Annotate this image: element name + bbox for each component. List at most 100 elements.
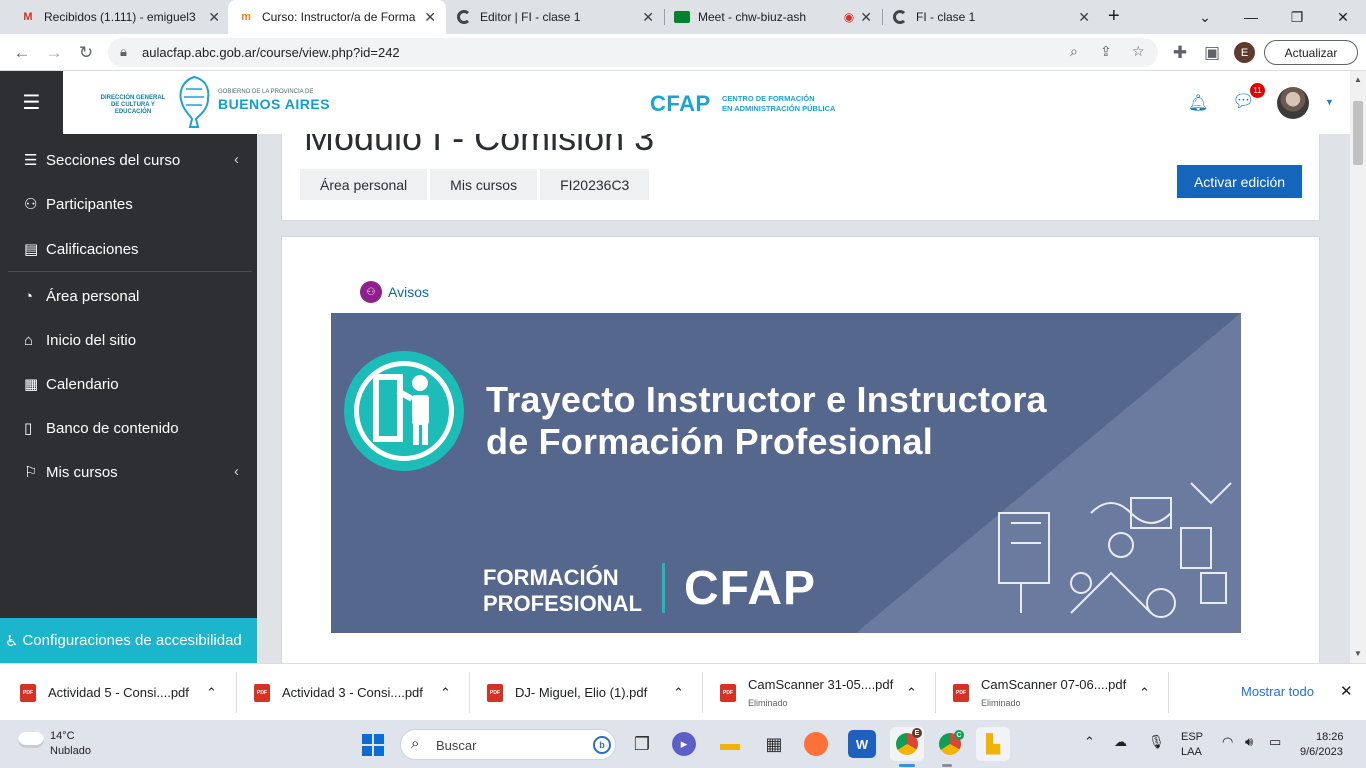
download-item[interactable]: PDF CamScanner 31-05....pdf Eliminado ⌃ (700, 664, 936, 721)
reload-icon[interactable]: ↻ (72, 39, 100, 67)
drawer-item-my-courses[interactable]: ⚐ Mis cursos (24, 460, 249, 484)
chevron-up-icon[interactable]: ⌃ (206, 685, 217, 701)
tab-editor[interactable]: Editor | FI - clase 1 ✕ (446, 0, 664, 34)
chevron-up-icon[interactable]: ⌃ (906, 685, 917, 701)
extensions-icon[interactable]: ✚ (1166, 39, 1194, 67)
scroll-down-icon[interactable]: ▼ (1354, 649, 1362, 658)
chevron-left-icon[interactable]: ‹ (234, 151, 239, 168)
wifi-icon[interactable]: ◠ (1222, 734, 1233, 750)
forward-icon[interactable]: → (40, 39, 68, 67)
turn-editing-on-button[interactable]: Activar edición (1177, 165, 1302, 198)
close-tab-icon[interactable]: ✕ (860, 9, 872, 26)
drawer-toggle[interactable]: ☰ (0, 71, 63, 134)
tab-search-icon[interactable]: ⌄ (1182, 0, 1228, 34)
chevron-up-icon[interactable]: ⌃ (1084, 734, 1095, 750)
breadcrumb-item-my-courses[interactable]: Mis cursos (430, 169, 538, 200)
drawer-item-site-home[interactable]: ⌂ Inicio del sitio (24, 328, 136, 352)
maximize-icon[interactable]: ❐ (1274, 0, 1320, 34)
weather-description[interactable]: Nublado (50, 745, 91, 757)
page-scrollbar[interactable]: ▲ ▼ (1350, 71, 1366, 663)
update-button[interactable]: Actualizar (1264, 40, 1358, 65)
microsoft-store-icon[interactable]: ▦ (760, 730, 788, 758)
breadcrumb-item-course[interactable]: FI20236C3 (540, 169, 650, 200)
breadcrumb-item-dashboard[interactable]: Área personal (300, 169, 428, 200)
profile-avatar[interactable]: E (1234, 42, 1255, 63)
announcements-link[interactable]: ⚇ Avisos (360, 281, 429, 303)
download-status: Eliminado (981, 698, 1021, 708)
drawer-item-content-bank[interactable]: ▯ Banco de contenido (24, 416, 179, 440)
download-item[interactable]: PDF CamScanner 07-06....pdf Eliminado ⌃ (933, 664, 1169, 721)
taskbar-search[interactable]: ⌕ Buscar b (400, 729, 616, 760)
task-view-icon[interactable]: ❐ (628, 730, 656, 758)
calendar-icon: ▦ (24, 376, 39, 393)
close-tab-icon[interactable]: ✕ (208, 9, 220, 26)
close-window-icon[interactable]: ✕ (1320, 0, 1366, 34)
drawer-divider (8, 271, 252, 272)
banner-title-line2: de Formación Profesional (486, 421, 933, 462)
download-item[interactable]: PDF Actividad 3 - Consi....pdf ⌃ (234, 664, 470, 721)
firefox-icon[interactable] (804, 732, 828, 756)
tree-logo-icon (179, 75, 210, 128)
keyboard-language[interactable]: ESP (1181, 731, 1203, 743)
chevron-up-icon[interactable]: ⌃ (440, 685, 451, 701)
onedrive-icon[interactable]: ☁︎ (1114, 734, 1127, 750)
lock-icon[interactable]: 🔒︎ (120, 44, 127, 60)
tab-meet[interactable]: Meet - chw-biuz-ash ◉ ✕ (664, 0, 882, 34)
bing-icon[interactable]: b (593, 736, 611, 754)
battery-icon[interactable]: ▭ (1269, 734, 1281, 750)
chevron-left-icon[interactable]: ‹ (234, 463, 239, 480)
caret-down-icon[interactable]: ▼ (1325, 97, 1334, 107)
tab-fi-clase[interactable]: FI - clase 1 ✕ (882, 0, 1100, 34)
download-item[interactable]: PDF Actividad 5 - Consi....pdf ⌃ (0, 664, 236, 721)
tab-course[interactable]: m Curso: Instructor/a de Forma ✕ (228, 0, 446, 34)
file-manager-icon[interactable]: ▙ (976, 727, 1010, 761)
show-all-downloads-link[interactable]: Mostrar todo (1241, 684, 1314, 699)
banner-fp-line2: PROFESIONAL (483, 591, 642, 616)
drawer-item-dashboard[interactable]: ◔ Área personal (24, 284, 139, 308)
zoom-search-icon[interactable]: ⌕ (1070, 43, 1078, 60)
volume-icon[interactable]: 🔊︎ (1245, 734, 1253, 750)
close-tab-icon[interactable]: ✕ (642, 9, 654, 26)
tab-gmail[interactable]: M Recibidos (1.111) - emiguel3 ✕ (10, 0, 230, 34)
bookmark-star-icon[interactable]: ☆ (1132, 43, 1145, 60)
weather-temperature[interactable]: 14°C (50, 730, 75, 742)
close-icon[interactable]: ✕ (1340, 682, 1353, 700)
chrome-profile-c-icon[interactable]: C (936, 730, 964, 758)
microphone-icon[interactable]: 🎙︎ (1148, 734, 1165, 750)
new-tab-button[interactable]: + (1108, 5, 1120, 28)
drawer-item-participants[interactable]: ⚇ Participantes (24, 192, 133, 216)
cfap-logo[interactable]: CFAP (650, 91, 711, 117)
back-icon[interactable]: ← (8, 39, 36, 67)
drawer-item-course-sections[interactable]: ☰ Secciones del curso (24, 148, 249, 172)
keyboard-layout[interactable]: LAA (1181, 746, 1202, 758)
user-avatar[interactable] (1277, 87, 1309, 119)
clock-date[interactable]: 9/6/2023 (1300, 746, 1343, 758)
scroll-up-icon[interactable]: ▲ (1354, 75, 1362, 84)
tab-title: Curso: Instructor/a de Forma (262, 10, 416, 24)
side-panel-icon[interactable]: ▣ (1198, 39, 1226, 67)
scrollbar-thumb[interactable] (1353, 101, 1363, 165)
file-explorer-icon[interactable]: ▬ (716, 730, 744, 758)
download-item[interactable]: PDF DJ- Miguel, Elio (1).pdf ⌃ (467, 664, 703, 721)
accessibility-settings-button[interactable]: ♿︎ Configuraciones de accesibilidad (0, 618, 257, 663)
chevron-up-icon[interactable]: ⌃ (673, 685, 684, 701)
logo-dgce[interactable]: DIRECCIÓN GENERAL DE CULTURA Y EDUCACIÓN (97, 95, 169, 116)
windows-start-icon[interactable] (362, 734, 384, 756)
windows-taskbar: 14°C Nublado ⌕ Buscar b ❐ ▸ ▬ ▦ W E C ▙ … (0, 720, 1366, 768)
share-icon[interactable]: ⇪ (1100, 43, 1112, 60)
clock-time[interactable]: 18:26 (1316, 731, 1344, 743)
bell-icon[interactable]: 🔔︎ (1188, 93, 1208, 113)
cloud-icon[interactable] (18, 732, 44, 748)
drawer-item-calendar[interactable]: ▦ Calendario (24, 372, 119, 396)
word-icon[interactable]: W (848, 730, 876, 758)
dashboard-icon: ◔ (24, 287, 34, 305)
minimize-icon[interactable]: — (1228, 0, 1274, 34)
close-tab-icon[interactable]: ✕ (1078, 9, 1090, 26)
url-text[interactable]: aulacfap.abc.gob.ar/course/view.php?id=2… (142, 45, 400, 60)
chrome-profile-e-icon[interactable]: E (890, 727, 924, 761)
teams-chat-icon[interactable]: ▸ (672, 732, 696, 756)
close-tab-icon[interactable]: ✕ (424, 9, 436, 26)
chevron-up-icon[interactable]: ⌃ (1139, 685, 1150, 701)
address-bar[interactable]: 🔒︎ aulacfap.abc.gob.ar/course/view.php?i… (108, 38, 1158, 67)
drawer-item-grades[interactable]: ▤ Calificaciones (24, 237, 139, 261)
